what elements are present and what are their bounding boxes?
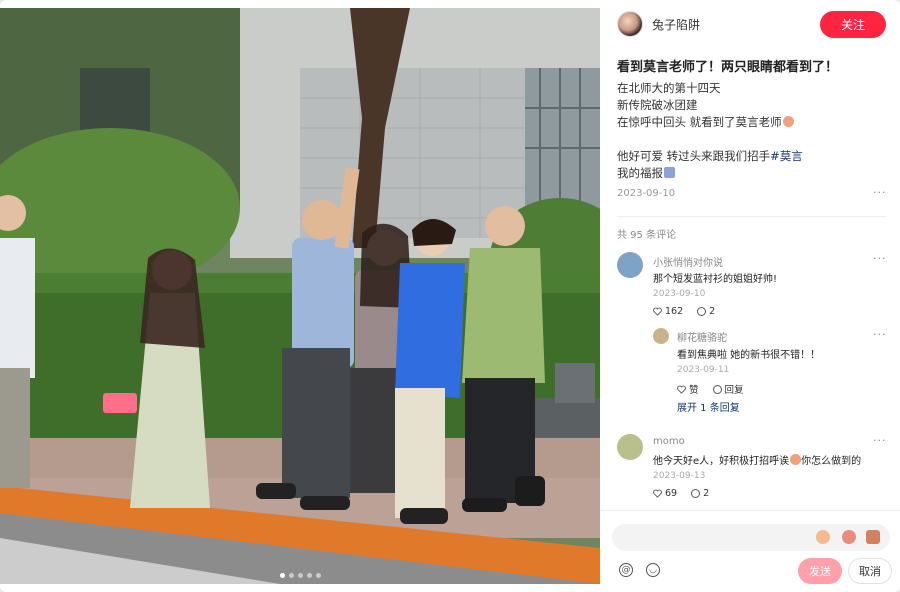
divider [617, 216, 886, 217]
cancel-button[interactable]: 取消 [848, 558, 892, 584]
commenter-avatar[interactable] [617, 434, 643, 460]
heart-icon [677, 385, 686, 394]
commenter-name[interactable]: 小张悄悄对你说 [653, 254, 723, 269]
reply-label: 回复 [724, 385, 744, 396]
reply-item: 柳花糖骆驼 看到焦典啦 她的新书很不错！！ 2023-09-11 赞 回复 ··… [653, 328, 887, 398]
post-date: 2023-09-10 [617, 188, 676, 199]
follow-button[interactable]: 关注 [820, 11, 886, 38]
comment-item: 小张悄悄对你说 那个短发蓝衬衫的姐姐好帅! 2023-09-10 162 2 ·… [617, 252, 887, 322]
carousel-dot[interactable] [297, 573, 303, 578]
comment-actions: 69 2 [653, 488, 709, 499]
comment-composer: @ ◡ 发送 取消 [600, 510, 900, 592]
commenter-avatar[interactable] [617, 252, 643, 278]
post-line: 他好可爱 转过头来跟我们招手#莫言 [617, 148, 887, 165]
comment-date: 2023-09-10 [653, 289, 706, 299]
comment-text-part: 你怎么做到的 [801, 456, 862, 467]
comment-item: momo 他今天好e人，好积极打招呼诶 你怎么做到的 2023-09-13 69 … [617, 434, 887, 504]
emoji-icon [664, 167, 675, 178]
carousel-dot[interactable] [288, 573, 294, 578]
comment-icon [691, 489, 701, 498]
photo-illustration [0, 8, 600, 584]
emoji-quick-icon[interactable] [842, 530, 856, 544]
emoji-quick-icon[interactable] [866, 530, 880, 544]
reply-button[interactable]: 2 [697, 306, 715, 317]
like-button[interactable]: 69 [653, 488, 677, 499]
carousel-dot[interactable] [279, 573, 285, 578]
post-photo[interactable] [0, 8, 600, 584]
carousel-indicator[interactable] [0, 573, 600, 578]
author-name[interactable]: 兔子陷阱 [652, 16, 700, 33]
like-button[interactable]: 赞 [677, 382, 699, 396]
comment-count: 共 95 条评论 [617, 230, 677, 241]
like-button[interactable]: 162 [653, 306, 683, 317]
commenter-avatar[interactable] [653, 328, 669, 344]
comment-text: 他今天好e人，好积极打招呼诶 你怎么做到的 [653, 452, 861, 467]
heart-icon [653, 307, 662, 316]
more-options-icon[interactable]: ··· [873, 434, 887, 447]
comment-date: 2023-09-11 [677, 365, 730, 375]
like-count: 69 [665, 488, 678, 499]
comment-text: 看到焦典啦 她的新书很不错！！ [677, 350, 821, 361]
hashtag-link[interactable]: #莫言 [770, 149, 803, 163]
expand-replies-link[interactable]: 展开 1 条回复 [677, 399, 740, 414]
comment-icon [712, 384, 722, 394]
more-options-icon[interactable]: ··· [873, 328, 887, 341]
emoji-icon [782, 116, 794, 127]
comment-actions: 162 2 [653, 306, 715, 317]
carousel-dot[interactable] [315, 573, 321, 578]
like-count: 162 [665, 306, 684, 317]
post-line-text: 在惊呼中回头 就看到了莫言老师 [617, 115, 782, 129]
post-body: 在北师大的第十四天 新传院破冰团建 在惊呼中回头 就看到了莫言老师 他好可爱 转… [617, 80, 887, 182]
heart-icon [653, 489, 662, 498]
author-avatar[interactable] [617, 11, 643, 37]
post-line [617, 131, 887, 148]
send-button[interactable]: 发送 [798, 558, 842, 584]
note-scroll-area[interactable]: 看到莫言老师了！两只眼睛都看到了！ 在北师大的第十四天 新传院破冰团建 在惊呼中… [600, 48, 900, 510]
carousel-dot[interactable] [306, 573, 312, 578]
commenter-name[interactable]: momo [653, 436, 685, 447]
commenter-name[interactable]: 柳花糖骆驼 [677, 329, 727, 344]
emoji-icon [790, 454, 802, 465]
post-line: 在北师大的第十四天 [617, 81, 721, 95]
emoji-icon[interactable]: ◡ [646, 563, 660, 577]
comment-date: 2023-09-13 [653, 471, 706, 481]
comment-actions: 赞 回复 [677, 382, 744, 396]
comment-text: 那个短发蓝衬衫的姐姐好帅! [653, 274, 778, 285]
post-title: 看到莫言老师了！两只眼睛都看到了！ [617, 60, 839, 75]
note-side-panel: 兔子陷阱 关注 看到莫言老师了！两只眼睛都看到了！ 在北师大的第十四天 新传院破… [600, 0, 900, 592]
more-options-icon[interactable]: ··· [873, 186, 887, 199]
note-detail-window: 兔子陷阱 关注 看到莫言老师了！两只眼睛都看到了！ 在北师大的第十四天 新传院破… [0, 0, 900, 592]
at-icon[interactable]: @ [619, 563, 633, 577]
post-line: 在惊呼中回头 就看到了莫言老师 [617, 114, 887, 131]
reply-button[interactable]: 2 [691, 488, 709, 499]
comment-icon [697, 307, 707, 316]
author-info[interactable]: 兔子陷阱 [617, 11, 700, 37]
emoji-quick-icon[interactable] [816, 530, 830, 544]
reply-count: 2 [709, 306, 716, 317]
post-line-text: 他好可爱 转过头来跟我们招手 [617, 149, 771, 163]
reply-button[interactable]: 回复 [712, 382, 744, 396]
post-line: 新传院破冰团建 [617, 98, 698, 112]
post-line-text: 我的福报 [617, 166, 663, 180]
more-options-icon[interactable]: ··· [873, 252, 887, 265]
post-line: 我的福报 [617, 165, 887, 182]
like-label: 赞 [689, 385, 699, 396]
reply-count: 2 [703, 488, 710, 499]
comment-text-part: 他今天好e人，好积极打招呼诶 [653, 456, 790, 467]
